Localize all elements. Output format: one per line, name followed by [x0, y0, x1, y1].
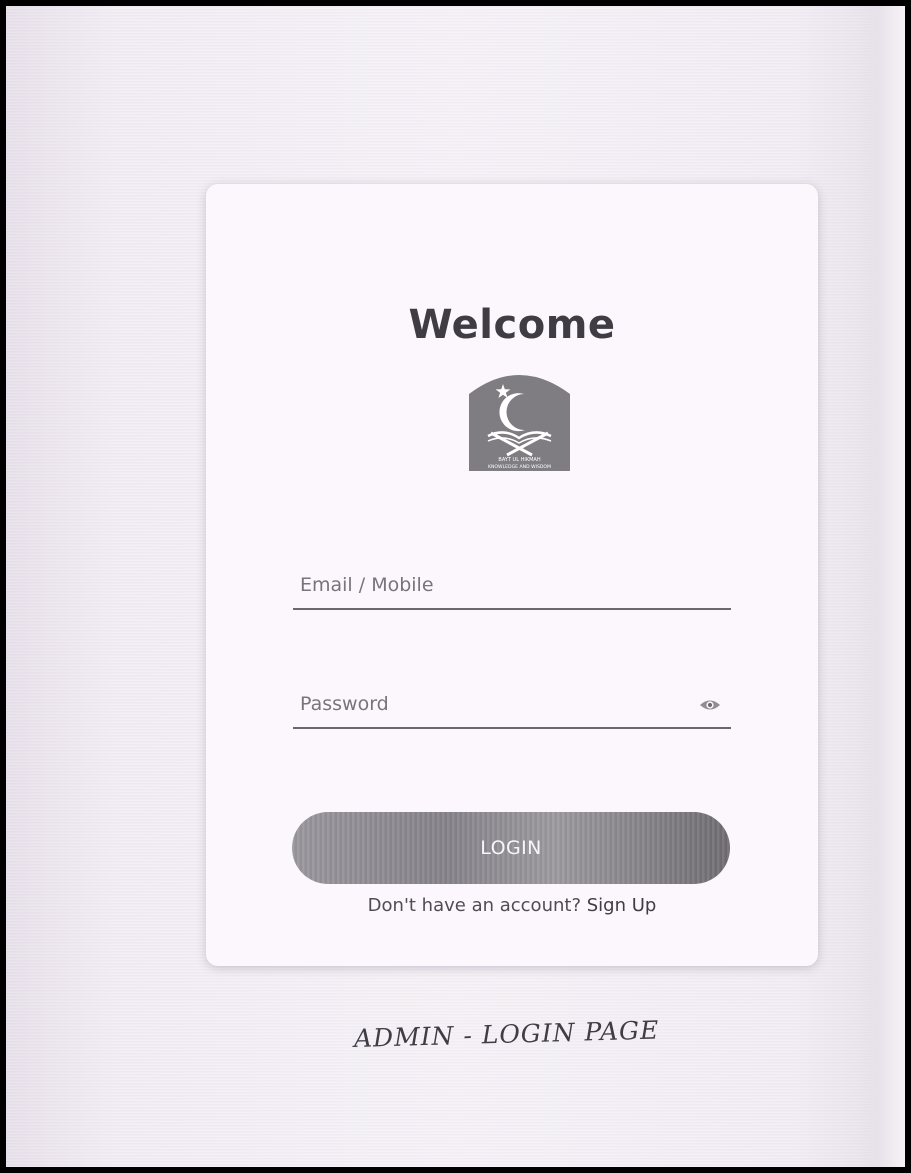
logo: BAYT UL HIKMAH KNOWLEDGE AND WISDOM: [468, 368, 571, 472]
password-field: [293, 681, 731, 737]
logo-caption-line2: KNOWLEDGE AND WISDOM: [488, 464, 551, 470]
crescent-star-book-emblem-icon: BAYT UL HIKMAH KNOWLEDGE AND WISDOM: [469, 375, 570, 471]
signup-prompt-text: Don't have an account?: [367, 895, 581, 916]
scanned-page: Welcome BAYT UL HIKMAH KNOWLEDGE AND WIS…: [0, 0, 911, 1173]
welcome-title: Welcome: [408, 302, 616, 348]
signup-prompt: Don't have an account? Sign Up: [206, 895, 818, 916]
sign-up-link[interactable]: Sign Up: [587, 895, 657, 916]
eye-icon[interactable]: [699, 697, 721, 713]
login-button[interactable]: LOGIN: [292, 812, 730, 884]
logo-caption-line1: BAYT UL HIKMAH: [498, 457, 540, 463]
login-card: Welcome BAYT UL HIKMAH KNOWLEDGE AND WIS…: [206, 184, 818, 966]
email-mobile-field: [293, 562, 731, 618]
password-input[interactable]: [293, 681, 731, 729]
email-mobile-input[interactable]: [293, 562, 731, 610]
